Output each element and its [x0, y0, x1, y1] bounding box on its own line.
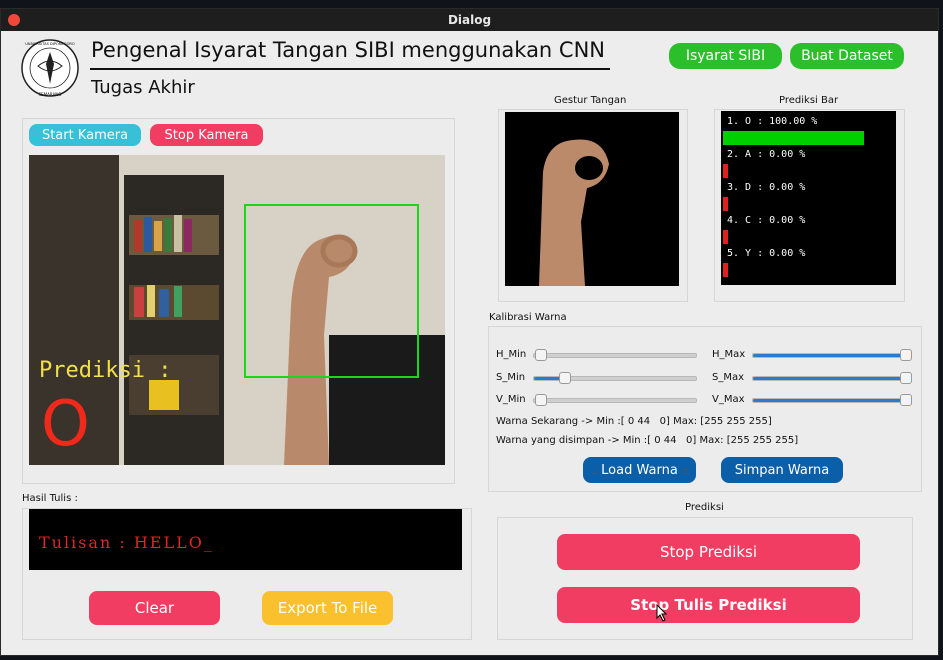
v-max-slider[interactable]	[752, 394, 912, 406]
stop-camera-button[interactable]: Stop Kamera	[150, 124, 263, 146]
h-min-label: H_Min	[496, 349, 527, 360]
h-max-knob[interactable]	[900, 349, 912, 361]
save-color-button[interactable]: Simpan Warna	[721, 457, 843, 483]
camera-scene: Prediksi : O	[29, 155, 445, 465]
camera-feed: Prediksi : O	[29, 155, 445, 465]
calibration-label: Kalibrasi Warna	[489, 312, 567, 323]
stop-write-prediction-button[interactable]: Stop Tulis Prediksi	[557, 587, 860, 623]
close-icon[interactable]	[8, 14, 20, 26]
load-color-button[interactable]: Load Warna	[583, 457, 696, 483]
camera-prediction-letter: O	[41, 387, 90, 460]
result-text: Tulisan : HELLO_	[39, 533, 214, 552]
bar-fill-2	[723, 164, 728, 178]
window-title: Dialog	[447, 13, 492, 27]
v-min-knob[interactable]	[535, 394, 547, 406]
saved-color-text: Warna yang disimpan -> Min :[ 0 44 0] Ma…	[496, 435, 799, 446]
h-max-label: H_Max	[712, 349, 746, 360]
bar-fill-3	[723, 197, 728, 211]
page-title: Pengenal Isyarat Tangan SIBI menggunakan…	[91, 38, 605, 62]
title-underline	[90, 68, 610, 70]
logo-text-top: UNIVERSITAS DIPONEGORO	[25, 42, 75, 46]
start-camera-button[interactable]: Start Kamera	[29, 124, 141, 146]
s-max-slider[interactable]	[752, 372, 912, 384]
s-min-slider[interactable]	[533, 372, 697, 384]
bar-fill-5	[723, 263, 728, 277]
prediction-bar-label: Prediksi Bar	[779, 95, 839, 106]
h-min-slider[interactable]	[533, 349, 697, 361]
camera-prediction-label: Prediksi :	[39, 358, 171, 383]
stop-prediction-button[interactable]: Stop Prediksi	[557, 534, 860, 570]
bar-fill-4	[723, 230, 728, 244]
gesture-image	[505, 112, 679, 286]
v-min-slider[interactable]	[533, 394, 697, 406]
title-bar: Dialog	[1, 9, 938, 31]
gesture-label: Gestur Tangan	[554, 95, 627, 106]
h-max-slider[interactable]	[752, 349, 912, 361]
v-max-label: V_Max	[712, 394, 745, 405]
buat-dataset-button[interactable]: Buat Dataset	[790, 43, 904, 69]
bar-label-3: 3. D : 0.00 %	[727, 182, 806, 193]
bar-label-5: 5. Y : 0.00 %	[727, 248, 806, 259]
page-subtitle: Tugas Akhir	[91, 77, 195, 98]
result-output: Tulisan : HELLO_	[29, 509, 462, 570]
h-min-knob[interactable]	[535, 349, 547, 361]
current-color-text: Warna Sekarang -> Min :[ 0 44 0] Max: [2…	[496, 416, 772, 427]
bar-label-2: 2. A : 0.00 %	[727, 149, 806, 160]
bar-fill-1	[723, 131, 864, 145]
prediksi-label: Prediksi	[685, 502, 724, 513]
s-min-knob[interactable]	[559, 372, 571, 384]
v-max-knob[interactable]	[900, 394, 912, 406]
s-max-knob[interactable]	[900, 372, 912, 384]
logo-text-bottom: SEMARANG	[39, 92, 62, 97]
calibration-panel	[488, 326, 922, 492]
v-min-label: V_Min	[496, 394, 526, 405]
prediction-bars: 1. O : 100.00 % 2. A : 0.00 % 3. D : 0.0…	[721, 111, 896, 285]
bar-label-1: 1. O : 100.00 %	[727, 116, 818, 127]
result-label: Hasil Tulis :	[22, 493, 78, 504]
university-logo: SEMARANG UNIVERSITAS DIPONEGORO	[21, 39, 79, 97]
bar-label-4: 4. C : 0.00 %	[727, 215, 806, 226]
s-max-label: S_Max	[712, 372, 745, 383]
clear-button[interactable]: Clear	[89, 591, 220, 625]
isyarat-sibi-button[interactable]: Isyarat SIBI	[669, 43, 782, 69]
export-file-button[interactable]: Export To File	[262, 591, 393, 625]
s-min-label: S_Min	[496, 372, 526, 383]
mouse-cursor-icon	[656, 604, 668, 622]
